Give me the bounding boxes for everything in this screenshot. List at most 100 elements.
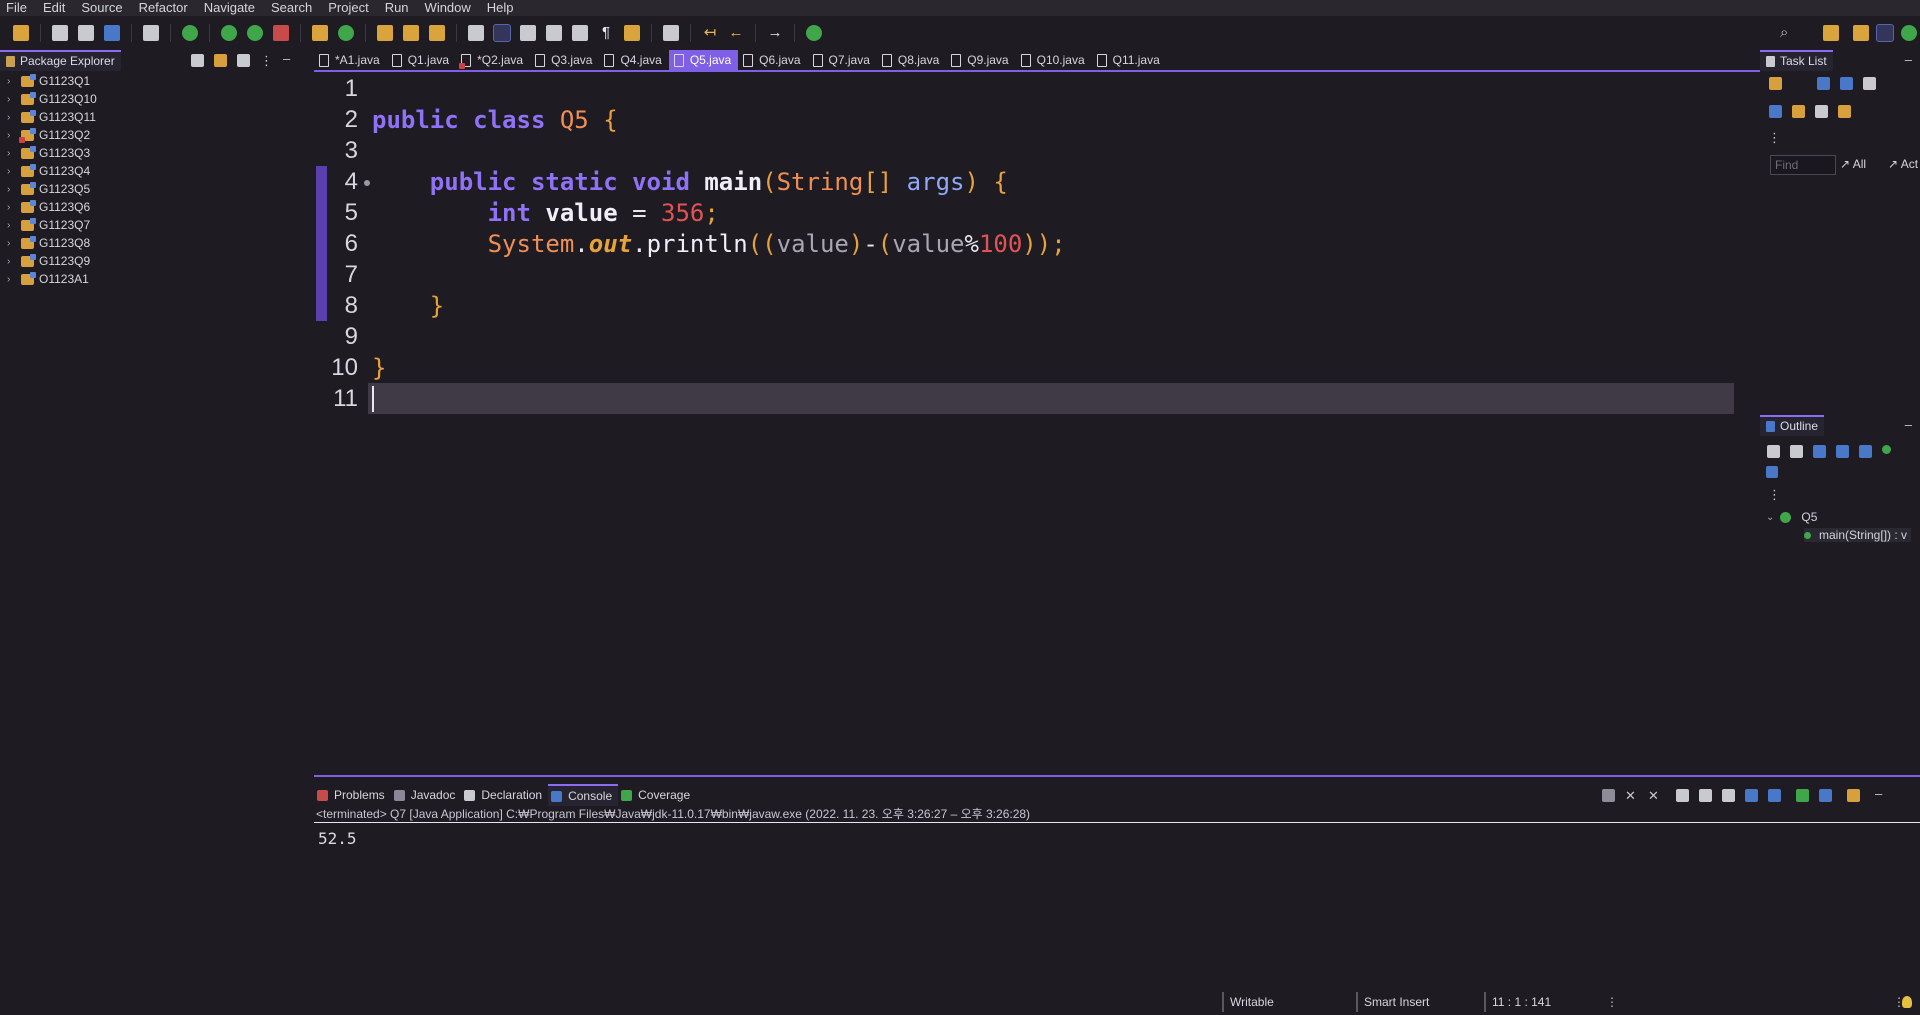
tree-item-project[interactable]: › G1123Q5: [0, 180, 306, 198]
all-filter-link[interactable]: ↗ All: [1840, 157, 1866, 171]
open-perspective-button-icon[interactable]: [1823, 25, 1839, 41]
block-select-icon[interactable]: [520, 25, 536, 41]
editor-tab[interactable]: Q7.java: [808, 50, 877, 70]
categorize-icon[interactable]: [1817, 77, 1830, 90]
editor-tab[interactable]: Q11.java: [1092, 50, 1167, 70]
editor-tab[interactable]: Q1.java: [387, 50, 456, 70]
menu-search[interactable]: Search: [263, 0, 320, 16]
pencil-icon[interactable]: [429, 25, 445, 41]
chevron-right-icon[interactable]: ›: [7, 166, 19, 177]
chevron-right-icon[interactable]: ›: [7, 112, 19, 123]
scroll-lock-icon[interactable]: [1699, 789, 1712, 802]
tree-item-project[interactable]: › O1123A1: [0, 270, 306, 288]
editor-tab[interactable]: Q6.java: [738, 50, 807, 70]
code-editor[interactable]: 1 2 public class Q5 { 3 4 public static …: [314, 73, 1760, 775]
task-list-tab[interactable]: Task List: [1760, 49, 1833, 71]
tree-item-project[interactable]: › G1123Q7: [0, 216, 306, 234]
remove-all-launches-icon[interactable]: ✕: [1648, 789, 1661, 802]
focus-icon[interactable]: [1769, 105, 1782, 118]
editor-tab[interactable]: Q10.java: [1016, 50, 1092, 70]
outline-class-node[interactable]: ⌄ Q5: [1766, 510, 1817, 524]
git-perspective-icon[interactable]: [1901, 25, 1917, 41]
pin-editor-icon[interactable]: [663, 25, 679, 41]
coverage-icon[interactable]: [247, 25, 263, 41]
chevron-down-icon[interactable]: ⌄: [1766, 512, 1774, 523]
last-edit-icon[interactable]: ↤: [702, 25, 718, 41]
menu-edit[interactable]: Edit: [35, 0, 73, 16]
menu-project[interactable]: Project: [320, 0, 376, 16]
tree-item-project[interactable]: › G1123Q3: [0, 144, 306, 162]
chevron-right-icon[interactable]: ›: [7, 220, 19, 231]
package-explorer-tab[interactable]: Package Explorer: [0, 49, 121, 71]
tree-item-project[interactable]: › G1123Q4: [0, 162, 306, 180]
link-with-editor-icon[interactable]: [1766, 466, 1778, 478]
menu-run[interactable]: Run: [377, 0, 417, 16]
pin-console-icon[interactable]: [1796, 789, 1809, 802]
run-icon[interactable]: [221, 25, 237, 41]
hide-fields-icon[interactable]: [1813, 445, 1826, 458]
forward-icon[interactable]: →: [767, 25, 783, 41]
outline-tab[interactable]: Outline: [1760, 414, 1825, 436]
back-icon[interactable]: ←: [728, 25, 744, 41]
editor-tab[interactable]: Q3.java: [530, 50, 599, 70]
view-menu-icon[interactable]: ⋮: [260, 54, 273, 67]
tree-item-project[interactable]: › G1123Q11: [0, 108, 306, 126]
new-query-icon[interactable]: [1838, 105, 1851, 118]
editor-tab[interactable]: Q5.java: [668, 50, 739, 70]
fold-marker-icon[interactable]: [364, 179, 370, 186]
editor-tab[interactable]: Q8.java: [877, 50, 946, 70]
tree-item-project[interactable]: › G1123Q9: [0, 252, 306, 270]
debug-icon[interactable]: [182, 25, 198, 41]
chevron-right-icon[interactable]: ›: [7, 184, 19, 195]
link-with-editor-icon[interactable]: [214, 54, 227, 67]
pilcrow-icon[interactable]: ¶: [598, 25, 614, 41]
search-icon[interactable]: ⌕: [1780, 24, 1788, 41]
terminate-icon[interactable]: [1602, 789, 1615, 802]
minimize-icon[interactable]: –: [1905, 417, 1912, 432]
chevron-right-icon[interactable]: ›: [7, 202, 19, 213]
minimize-icon[interactable]: –: [1905, 52, 1912, 67]
editor-tab[interactable]: *A1.java: [314, 50, 387, 70]
refresh-icon[interactable]: [338, 25, 354, 41]
editor-tab[interactable]: *Q2.java: [456, 50, 530, 70]
java-perspective-icon[interactable]: [1853, 25, 1869, 41]
tree-item-project[interactable]: › G1123Q2: [0, 126, 306, 144]
toggle-mark-icon[interactable]: [468, 25, 484, 41]
console-tab-coverage[interactable]: Coverage: [618, 785, 696, 805]
console-tab-console[interactable]: Console: [548, 784, 619, 806]
open-type-icon[interactable]: [377, 25, 393, 41]
chevron-right-icon[interactable]: ›: [7, 130, 19, 141]
task-find-input[interactable]: Find: [1770, 155, 1836, 175]
menu-navigate[interactable]: Navigate: [196, 0, 263, 16]
tree-item-project[interactable]: › G1123Q1: [0, 72, 306, 90]
external-tools-icon[interactable]: [273, 25, 289, 41]
clear-console-icon[interactable]: [1676, 789, 1689, 802]
console-tab-problems[interactable]: Problems: [314, 785, 391, 805]
save-all-icon[interactable]: [78, 25, 94, 41]
console-tab-javadoc[interactable]: Javadoc: [391, 785, 462, 805]
tree-item-project[interactable]: › G1123Q10: [0, 90, 306, 108]
open-console-icon[interactable]: [1847, 789, 1860, 802]
scheduled-icon[interactable]: [1840, 77, 1853, 90]
menu-source[interactable]: Source: [73, 0, 130, 16]
collapse-all-icon[interactable]: [1767, 445, 1780, 458]
show-whitespace-icon[interactable]: [572, 25, 588, 41]
collapse-all-icon[interactable]: [191, 54, 204, 67]
save-icon[interactable]: [52, 25, 68, 41]
show-on-stderr-icon[interactable]: [1768, 789, 1781, 802]
annotation-icon[interactable]: [624, 25, 640, 41]
menu-refactor[interactable]: Refactor: [131, 0, 196, 16]
chevron-right-icon[interactable]: ›: [7, 256, 19, 267]
chevron-right-icon[interactable]: ›: [7, 94, 19, 105]
menu-help[interactable]: Help: [479, 0, 522, 16]
view-menu-icon[interactable]: ⋮: [1768, 130, 1781, 146]
sync-icon[interactable]: [1792, 105, 1805, 118]
editor-tab[interactable]: Q4.java: [599, 50, 668, 70]
lightbulb-icon[interactable]: [1902, 996, 1912, 1008]
tree-item-project[interactable]: › G1123Q6: [0, 198, 306, 216]
hide-nonpublic-icon[interactable]: [1859, 445, 1872, 458]
highlighter-icon[interactable]: [493, 24, 511, 42]
status-menu-icon[interactable]: ⋮: [1606, 995, 1618, 1009]
sort-icon[interactable]: [1790, 445, 1803, 458]
hide-local-types-icon[interactable]: [1882, 445, 1891, 454]
